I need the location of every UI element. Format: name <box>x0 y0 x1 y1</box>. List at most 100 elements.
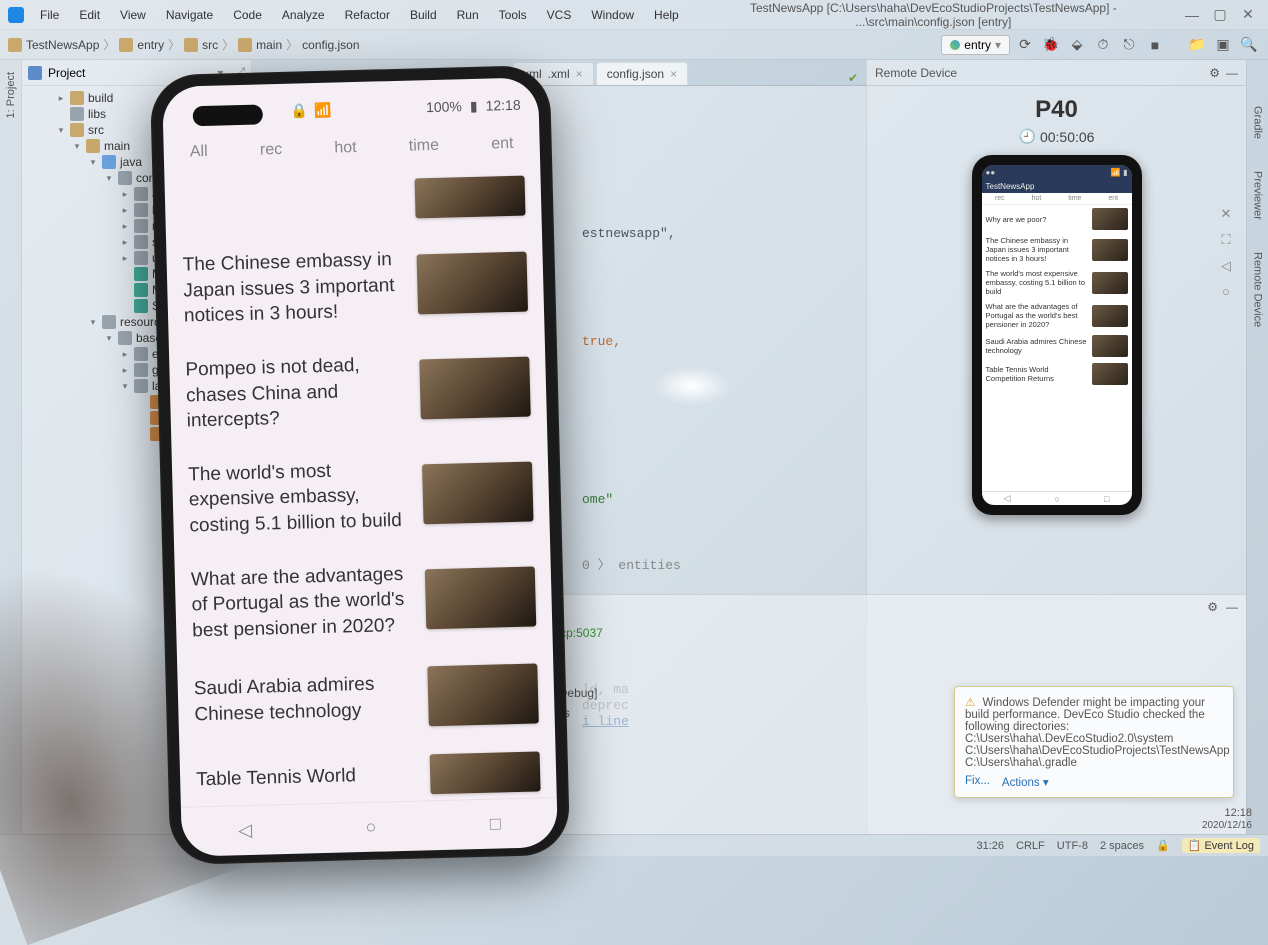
folder-icon <box>8 38 22 52</box>
list-item[interactable]: The world's most expensive embassy, cost… <box>188 439 535 553</box>
lock-icon: 🔒 <box>290 102 308 119</box>
clock-icon: 🕘 <box>1019 128 1036 145</box>
home-icon[interactable]: ○ <box>1218 284 1234 300</box>
line-ending[interactable]: CRLF <box>1016 840 1045 852</box>
system-clock: 12:18 2020/12/16 <box>1202 807 1252 832</box>
phone-nav-bar: ◁ ○ □ <box>181 797 558 857</box>
project-panel-title: Project <box>48 66 85 80</box>
list-item[interactable]: The Chinese embassy in Japan issues 3 im… <box>182 230 529 344</box>
list-item[interactable]: Why are we poor? <box>982 205 1132 233</box>
folder-icon <box>184 38 198 52</box>
close-icon[interactable]: × <box>670 67 677 81</box>
layout-button[interactable]: ▣ <box>1212 34 1234 56</box>
minimize-button[interactable]: — <box>1180 7 1204 23</box>
list-item[interactable]: What are the advantages of Portugal as t… <box>982 299 1132 332</box>
remote-device-tool-tab[interactable]: Remote Device <box>1252 246 1264 333</box>
phone-news-list[interactable]: The Chinese embassy in Japan issues 3 im… <box>164 161 557 807</box>
crumb-1[interactable]: entry <box>137 38 164 52</box>
minimize-icon[interactable]: — <box>1226 66 1238 80</box>
tab-all[interactable]: All <box>190 143 208 161</box>
right-tool-strip: Gradle Previewer Remote Device <box>1246 60 1268 834</box>
device-name: P40 <box>1035 96 1078 124</box>
menu-refactor[interactable]: Refactor <box>337 6 398 24</box>
recents-icon[interactable]: □ <box>490 813 501 834</box>
attach-button[interactable]: ⎋ <box>1118 34 1140 56</box>
run-config-label: entry <box>964 38 991 52</box>
close-button[interactable]: ✕ <box>1236 6 1260 23</box>
physical-phone: 🔒📶 100% ▮ 12:18 All rec hot time ent The… <box>150 65 571 865</box>
camera-cutout <box>193 104 263 126</box>
back-icon[interactable]: ◁ <box>1218 258 1234 274</box>
maximize-button[interactable]: ▢ <box>1208 6 1232 23</box>
menu-run[interactable]: Run <box>449 6 487 24</box>
battery-icon: ▮ <box>470 97 478 114</box>
menu-analyze[interactable]: Analyze <box>274 6 333 24</box>
coverage-button[interactable]: ⬙ <box>1066 34 1088 56</box>
run-config-selector[interactable]: entry ▾ <box>941 35 1010 55</box>
refresh-button[interactable]: ⟳ <box>1014 34 1036 56</box>
phone-clock: 12:18 <box>485 97 520 114</box>
lock-icon[interactable]: 🔒 <box>1156 839 1170 852</box>
emulator-app-title: TestNewsApp <box>982 179 1132 193</box>
emulator-screen[interactable]: ●●📶 ▮ TestNewsApp rec hot time ent Why a… <box>982 165 1132 505</box>
list-item[interactable]: The Chinese embassy in Japan issues 3 im… <box>982 233 1132 266</box>
menu-vcs[interactable]: VCS <box>539 6 580 24</box>
list-item[interactable] <box>180 162 526 239</box>
wifi-icon: 📶 <box>314 101 332 118</box>
previewer-tool-tab[interactable]: Previewer <box>1252 165 1264 226</box>
list-item[interactable]: What are the advantages of Portugal as t… <box>190 544 537 658</box>
search-button[interactable]: 🔍 <box>1238 34 1260 56</box>
crumb-3[interactable]: main <box>256 38 282 52</box>
stop-button[interactable]: ■ <box>1144 34 1166 56</box>
app-logo-icon <box>8 7 24 23</box>
crumb-4[interactable]: config.json <box>302 38 359 52</box>
menu-help[interactable]: Help <box>646 6 687 24</box>
project-tool-tab[interactable]: 1: Project <box>5 66 17 124</box>
gradle-tool-tab[interactable]: Gradle <box>1252 100 1264 145</box>
check-icon: ✔ <box>848 71 858 85</box>
gear-icon[interactable]: ⚙ <box>1207 600 1218 614</box>
eventlog-button[interactable]: 📋 Event Log <box>1182 838 1260 853</box>
menu-view[interactable]: View <box>112 6 154 24</box>
tab-config[interactable]: config.json× <box>596 62 688 85</box>
actions-link[interactable]: Actions ▾ <box>1002 775 1049 789</box>
list-item[interactable]: The world's most expensive embassy, cost… <box>982 266 1132 299</box>
debug-button[interactable]: 🐞 <box>1040 34 1062 56</box>
list-item[interactable]: Saudi Arabia admires Chinese technology <box>982 332 1132 360</box>
folder-icon <box>238 38 252 52</box>
list-item[interactable]: Table Tennis World <box>195 737 541 807</box>
file-encoding[interactable]: UTF-8 <box>1057 840 1088 852</box>
device-timer: 🕘 00:50:06 <box>1019 128 1095 145</box>
folder-icon <box>119 38 133 52</box>
fix-link[interactable]: Fix... <box>965 775 990 789</box>
open-button[interactable]: 📁 <box>1186 34 1208 56</box>
menu-build[interactable]: Build <box>402 6 445 24</box>
emulator-frame: ●●📶 ▮ TestNewsApp rec hot time ent Why a… <box>972 155 1142 515</box>
home-icon[interactable]: ○ <box>365 817 376 838</box>
menu-tools[interactable]: Tools <box>491 6 535 24</box>
menu-code[interactable]: Code <box>225 6 270 24</box>
menu-window[interactable]: Window <box>583 6 642 24</box>
gear-icon[interactable]: ⚙ <box>1209 66 1220 80</box>
menu-navigate[interactable]: Navigate <box>158 6 221 24</box>
menu-file[interactable]: File <box>32 6 67 24</box>
close-icon[interactable]: ✕ <box>1218 206 1234 222</box>
indent-setting[interactable]: 2 spaces <box>1100 840 1144 852</box>
list-item[interactable]: Table Tennis World Competition Returns <box>982 360 1132 388</box>
tab-ent[interactable]: ent <box>491 135 514 154</box>
tab-time[interactable]: time <box>409 137 440 156</box>
menu-edit[interactable]: Edit <box>71 6 108 24</box>
crumb-2[interactable]: src <box>202 38 218 52</box>
notification-toast: ⚠ Windows Defender might be impacting yo… <box>954 686 1234 798</box>
crumb-0[interactable]: TestNewsApp <box>26 38 99 52</box>
profile-button[interactable]: ⏱ <box>1092 34 1114 56</box>
remote-panel-title: Remote Device <box>875 66 957 80</box>
back-icon[interactable]: ◁ <box>238 820 252 841</box>
list-item[interactable]: Pompeo is not dead, chases China and int… <box>185 334 532 448</box>
list-item[interactable]: Saudi Arabia admires Chinese technology <box>193 649 539 746</box>
tab-rec[interactable]: rec <box>260 141 283 160</box>
close-icon[interactable]: × <box>576 67 583 81</box>
expand-icon[interactable]: ⛶ <box>1218 232 1234 248</box>
minimize-icon[interactable]: — <box>1226 600 1238 614</box>
tab-hot[interactable]: hot <box>334 139 357 158</box>
